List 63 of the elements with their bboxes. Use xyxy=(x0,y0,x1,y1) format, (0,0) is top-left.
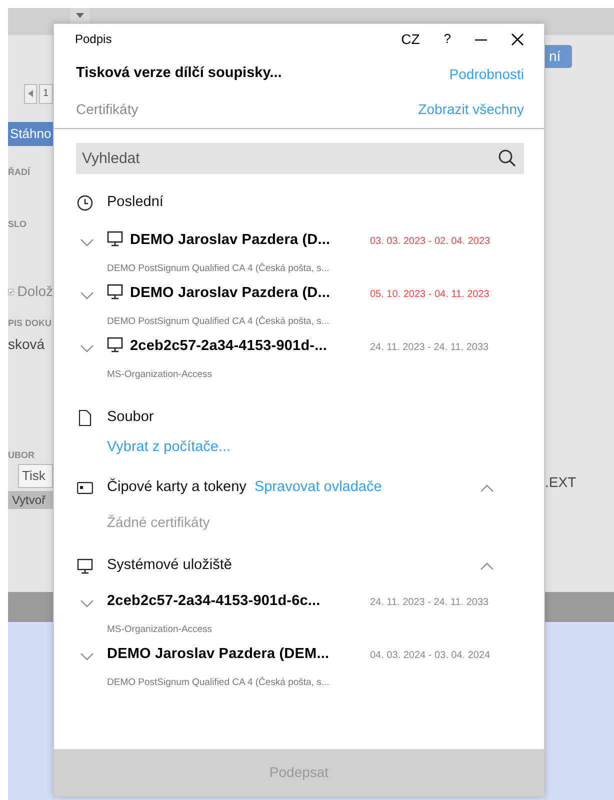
chevron-down-icon xyxy=(80,238,94,248)
previous-page-button[interactable] xyxy=(24,84,37,104)
validity-dates: 04. 03. 2024 - 03. 04. 2024 xyxy=(370,649,492,663)
field-label: SLO xyxy=(8,218,28,230)
card-icon xyxy=(76,480,92,496)
empty-message: Žádné certifikáty xyxy=(107,514,210,530)
certificate-issuer: MS-Organization-Access xyxy=(107,624,212,635)
text-field[interactable]: Tisk xyxy=(18,464,53,488)
monitor-icon xyxy=(107,231,123,247)
field-label: UBOR xyxy=(8,448,36,462)
validity-dates: 24. 11. 2023 - 24. 11. 2033 xyxy=(370,341,490,355)
monitor-icon xyxy=(107,284,123,300)
help-button[interactable]: ? xyxy=(440,29,455,49)
field-label: PIS DOKU xyxy=(8,317,53,330)
certificate-issuer: DEMO PostSignum Qualified CA 4 (Česká pošta, s... xyxy=(107,676,330,688)
close-icon xyxy=(511,33,524,46)
certificate-name: DEMO Jaroslav Pazdera (D... xyxy=(130,231,330,250)
field-label: ŘADÍ xyxy=(8,166,32,179)
section-title: Systémové uložiště xyxy=(107,556,232,576)
chevron-up-icon xyxy=(480,484,494,494)
field-value: .EXT xyxy=(545,473,578,492)
download-button[interactable]: Stáhno xyxy=(8,122,53,146)
document-title: Tisková verze dílčí soupisky... xyxy=(76,64,282,84)
validity-dates: 05. 10. 2023 - 04. 11. 2023 xyxy=(370,288,490,302)
document-icon xyxy=(76,410,92,426)
chevron-down-icon xyxy=(80,652,94,662)
section-title: Čipové karty a tokeny xyxy=(107,477,246,498)
certificate-item[interactable]: DEMO Jaroslav Pazdera (DEM... 04. 03. 2024 - 03. 04. 2024 DEMO PostSignum Qualified CA 4 (Česká pošta, s... xyxy=(76,644,524,697)
certificate-name: 2ceb2c57-2a34-4153-901d-... xyxy=(130,337,327,356)
search-field[interactable]: Vyhledat xyxy=(76,143,524,174)
certificate-name: DEMO Jaroslav Pazdera (DEM... xyxy=(107,645,330,664)
search-icon xyxy=(498,149,516,167)
page-number-button[interactable]: 1 xyxy=(39,84,53,104)
create-button[interactable]: Vytvoř xyxy=(8,491,53,509)
chevron-down-icon xyxy=(80,291,94,300)
certificates-label: Certifikáty xyxy=(76,100,138,119)
caret-icon xyxy=(76,13,84,18)
certificate-name: DEMO Jaroslav Pazdera (D... xyxy=(130,284,330,303)
dropdown-button[interactable] xyxy=(70,8,90,23)
checkbox-label: Dolož xyxy=(17,282,53,301)
dialog-title: Podpis xyxy=(75,31,112,48)
certificate-issuer: MS-Organization-Access xyxy=(107,368,212,380)
field-value: sková xyxy=(8,334,46,354)
monitor-icon xyxy=(107,337,123,353)
certificate-item[interactable]: 2ceb2c57-2a34-4153-901d-6c... 24. 11. 2023 - 24. 11. 2033 MS-Organization-Access xyxy=(76,591,524,644)
validity-dates: 24. 11. 2023 - 24. 11. 2033 xyxy=(370,596,490,610)
chevron-down-icon xyxy=(80,599,94,608)
section-title: Poslední xyxy=(107,193,164,212)
certificate-item[interactable]: DEMO Jaroslav Pazdera (D... 03. 03. 2023 - 02. 04. 2023 DEMO PostSignum Qualified CA 4 (Česká pošta, s... xyxy=(76,230,524,283)
section-title: Soubor xyxy=(107,408,154,428)
minimize-icon xyxy=(475,38,487,41)
certificate-item[interactable]: DEMO Jaroslav Pazdera (D... 05. 10. 2023 - 04. 11. 2023 DEMO PostSignum Qualified CA 4 (Česká pošta, s... xyxy=(76,283,524,336)
certificate-issuer: DEMO PostSignum Qualified CA 4 (Česká pošta, s... xyxy=(107,316,330,327)
language-button[interactable]: CZ xyxy=(401,28,420,50)
chevron-up-icon xyxy=(480,562,494,572)
clock-icon xyxy=(76,195,92,211)
validity-dates: 03. 03. 2023 - 02. 04. 2023 xyxy=(370,235,492,249)
certificate-name: 2ceb2c57-2a34-4153-901d-6c... xyxy=(107,592,320,611)
certificate-issuer: DEMO PostSignum Qualified CA 4 (Česká pošta, s... xyxy=(107,262,330,274)
certificate-item[interactable]: 2ceb2c57-2a34-4153-901d-... 24. 11. 2023 - 24. 11. 2033 MS-Organization-Access xyxy=(76,336,524,389)
left-arrow-icon xyxy=(28,90,33,97)
monitor-icon xyxy=(76,558,92,574)
chevron-down-icon xyxy=(80,344,94,354)
